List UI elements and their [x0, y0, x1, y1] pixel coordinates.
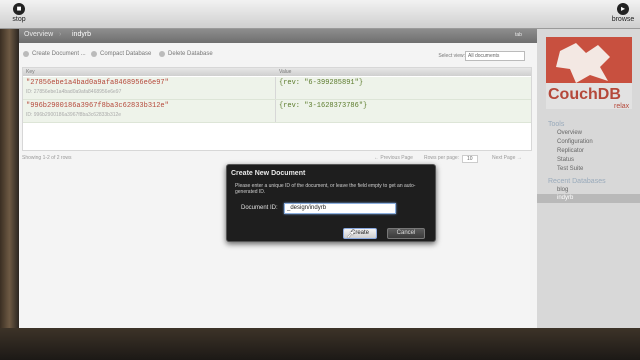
documents-table: Key Value "27856ebe1a4bad0a9afa8468956e6… — [22, 67, 532, 151]
dialog-title: Create New Document — [231, 170, 306, 177]
sidebar: CouchDB relax Tools Overview Configurati… — [537, 29, 640, 328]
rows-per-page-label: Rows per page: — [424, 155, 460, 161]
row-key[interactable]: "27856ebe1a4bad0a9afa8468956e6e97" — [26, 79, 169, 87]
compact-database-label: Compact Database — [100, 51, 152, 57]
dialog-description: Please enter a unique ID of the document… — [235, 183, 416, 195]
browse-tool[interactable]: ▸ browse — [608, 3, 638, 23]
delete-database-button[interactable]: Delete Database — [159, 51, 213, 57]
row-key[interactable]: "996b2900186a3967f8ba3c62833b312e" — [26, 102, 169, 110]
sidebar-item-test-suite[interactable]: Test Suite — [557, 166, 583, 172]
logo-title: CouchDB — [548, 86, 621, 103]
recent-databases-heading: Recent Databases — [548, 178, 606, 185]
sidebar-item-overview[interactable]: Overview — [557, 130, 582, 136]
create-document-label: Create Document ... — [32, 51, 86, 57]
stop-tool[interactable]: ■ stop — [4, 3, 34, 23]
rows-per-page-select[interactable]: 10 — [462, 155, 478, 163]
sidebar-item-indyrb[interactable]: indyrb — [557, 195, 573, 201]
select-view-label: Select view: — [438, 53, 465, 59]
selected-database-highlight — [537, 194, 640, 203]
row-value: {rev: "3-1628373786"} — [279, 102, 368, 110]
sidebar-item-replicator[interactable]: Replicator — [557, 148, 584, 154]
breadcrumb-right-link[interactable]: tab — [515, 32, 522, 38]
sidebar-item-blog[interactable]: blog — [557, 187, 568, 193]
row-id: ID: 27856ebe1a4bad0a9afa8468956e6e97 — [26, 89, 122, 95]
column-divider — [275, 77, 276, 99]
breadcrumb-database: indyrb — [72, 31, 92, 38]
breadcrumb: Overview › indyrb tab — [19, 29, 537, 43]
app-toolbar: ■ stop ▸ browse — [0, 0, 640, 29]
previous-page-link[interactable]: ← Previous Page — [374, 155, 413, 161]
document-id-label: Document ID: — [241, 205, 278, 211]
add-icon — [23, 51, 29, 57]
browse-label: browse — [611, 16, 635, 23]
table-header: Key Value — [23, 68, 531, 76]
create-document-button[interactable]: Create Document ... — [23, 51, 86, 57]
delete-database-label: Delete Database — [168, 51, 213, 57]
next-page-link[interactable]: Next Page → — [492, 155, 522, 161]
breadcrumb-overview[interactable]: Overview — [24, 31, 53, 38]
column-key[interactable]: Key — [26, 69, 35, 75]
delete-icon — [159, 51, 165, 57]
background-bottom — [0, 328, 640, 360]
sidebar-item-configuration[interactable]: Configuration — [557, 139, 593, 145]
column-divider — [275, 100, 276, 122]
compact-icon — [91, 51, 97, 57]
stop-label: stop — [12, 16, 26, 23]
table-row[interactable]: "996b2900186a3967f8ba3c62833b312e" ID: 9… — [23, 100, 531, 123]
create-document-dialog: Create New Document Please enter a uniqu… — [226, 164, 436, 242]
pager-showing: Showing 1-2 of 2 rows — [22, 155, 72, 161]
database-toolbar: Create Document ... Compact Database Del… — [19, 51, 537, 63]
mouse-cursor-icon: ➚ — [346, 229, 356, 241]
sidebar-item-status[interactable]: Status — [557, 157, 574, 163]
compact-database-button[interactable]: Compact Database — [91, 51, 151, 57]
cancel-button[interactable]: Cancel — [387, 228, 425, 239]
row-value: {rev: "6-399285891"} — [279, 79, 364, 87]
column-value: Value — [279, 69, 292, 75]
browse-icon: ▸ — [617, 3, 629, 15]
table-row[interactable]: "27856ebe1a4bad0a9afa8468956e6e97" ID: 2… — [23, 77, 531, 100]
row-id: ID: 996b2900186a3967f8ba3c62833b312e — [26, 112, 122, 118]
background-left — [0, 29, 19, 360]
logo-relax: relax — [614, 103, 630, 110]
document-id-input[interactable] — [284, 203, 396, 214]
tools-heading: Tools — [548, 121, 565, 128]
breadcrumb-separator: › — [59, 31, 62, 38]
stop-icon: ■ — [13, 3, 25, 15]
select-view-dropdown[interactable]: All documents — [465, 51, 525, 61]
